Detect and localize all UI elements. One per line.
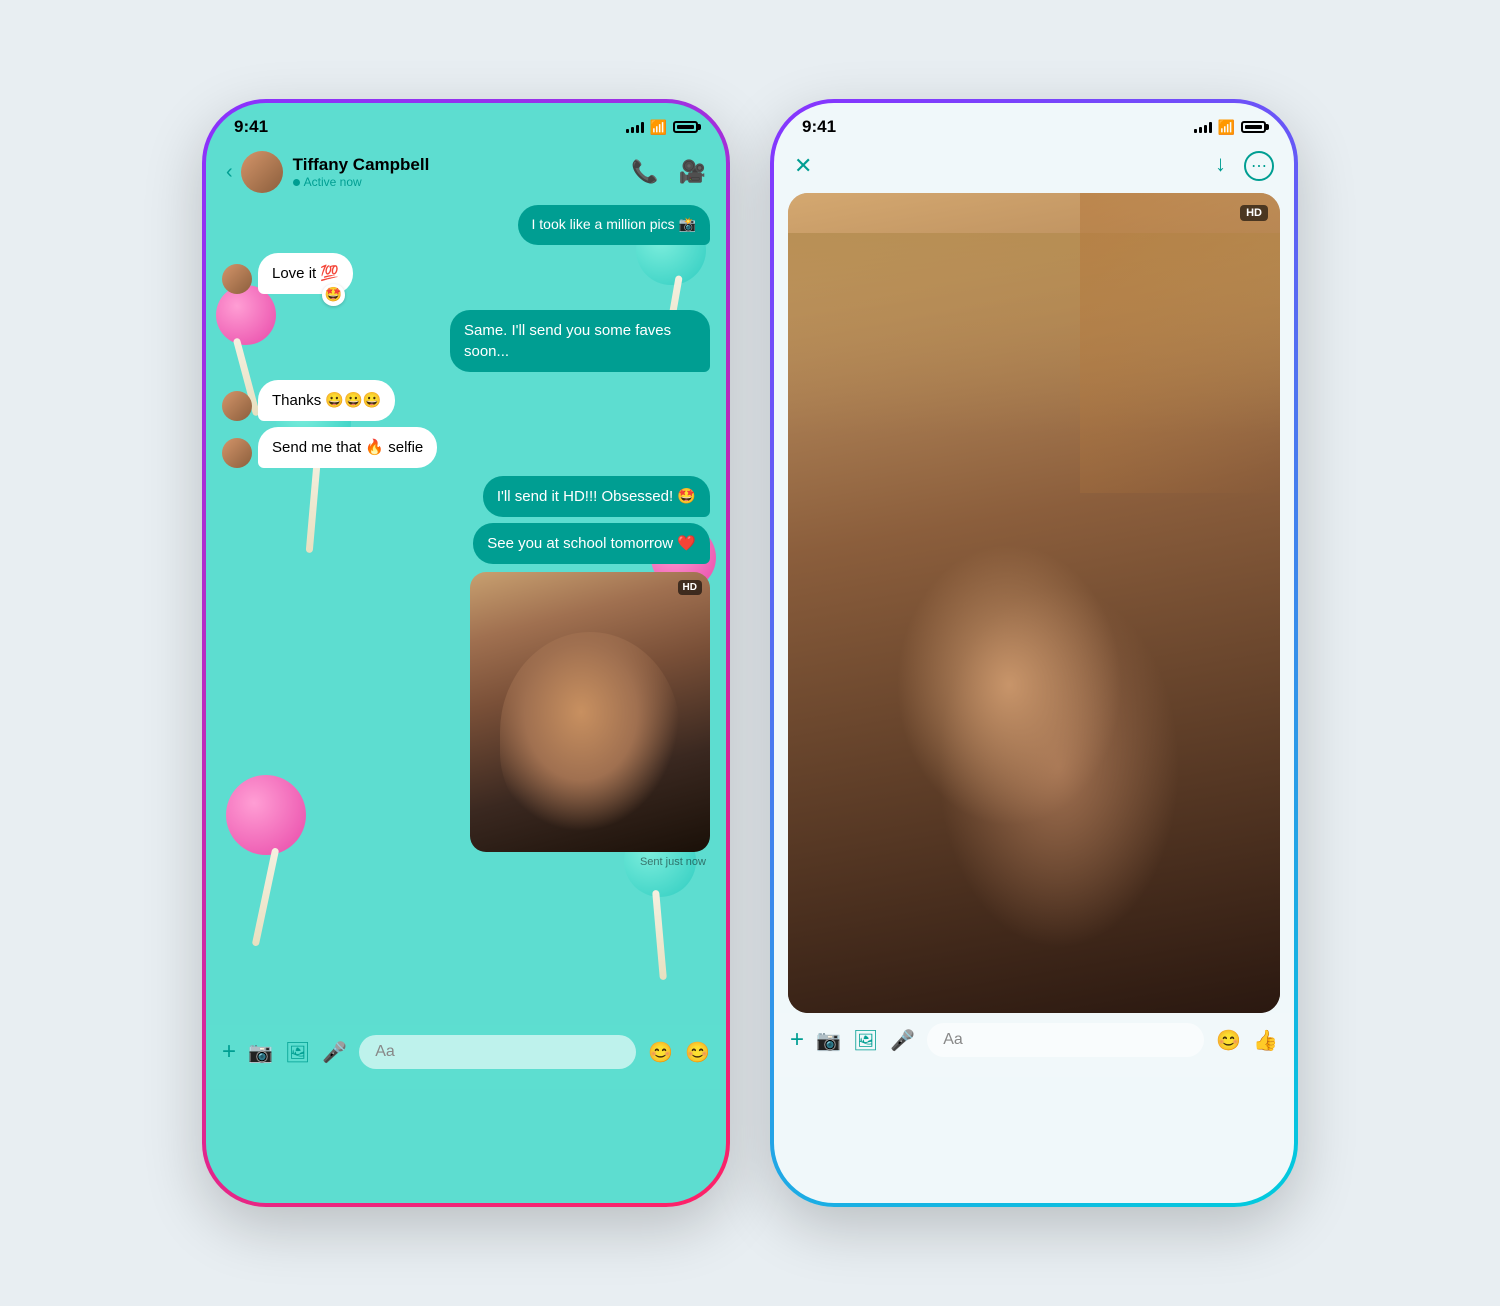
back-button[interactable]: ‹ bbox=[226, 161, 233, 184]
thumbs-button-right[interactable]: 👍 bbox=[1253, 1028, 1278, 1053]
status-bar-left: 9:41 📶 bbox=[206, 103, 726, 143]
video-button[interactable]: 🎥 bbox=[679, 159, 706, 185]
battery-icon-right bbox=[1241, 121, 1266, 133]
photo-message[interactable]: HD ⬆ Sent just now bbox=[222, 572, 710, 868]
message-1: I took like a million pics 📸 bbox=[222, 205, 710, 245]
battery-icon bbox=[673, 121, 698, 133]
right-phone-screen: 9:41 📶 ✕ ↓ ⋯ bbox=[774, 103, 1294, 1203]
hd-badge: HD bbox=[678, 580, 702, 595]
chat-header: ‹ Tiffany Campbell Active now 📞 🎥 bbox=[206, 143, 726, 205]
wifi-icon-right: 📶 bbox=[1218, 119, 1235, 136]
mic-button[interactable]: 🎤 bbox=[322, 1040, 347, 1065]
hd-badge-viewer: HD bbox=[1240, 205, 1268, 221]
photo-viewer[interactable]: HD bbox=[788, 193, 1280, 1013]
download-button[interactable]: ↓ bbox=[1215, 151, 1226, 181]
sent-time: Sent just now bbox=[470, 856, 706, 868]
input-bar-right: + 📷 🖼 🎤 Aa 😊 👍 bbox=[774, 1013, 1294, 1077]
message-2: Love it 💯 🤩 bbox=[222, 253, 710, 294]
status-bar-right: 9:41 📶 bbox=[774, 103, 1294, 143]
camera-button[interactable]: 📷 bbox=[248, 1040, 273, 1065]
viewer-header: ✕ ↓ ⋯ bbox=[774, 143, 1294, 193]
time-right: 9:41 bbox=[802, 117, 836, 137]
more-button[interactable]: ⋯ bbox=[1244, 151, 1274, 181]
contact-info: Tiffany Campbell Active now bbox=[293, 155, 632, 189]
add-button[interactable]: + bbox=[222, 1038, 236, 1066]
message-7: See you at school tomorrow ❤️ bbox=[222, 523, 710, 564]
camera-button-right[interactable]: 📷 bbox=[816, 1028, 841, 1053]
wifi-icon: 📶 bbox=[650, 119, 667, 136]
message-4: Thanks 😀😀😀 bbox=[222, 380, 710, 421]
signal-icon bbox=[626, 121, 644, 133]
viewer-actions: ↓ ⋯ bbox=[1215, 151, 1274, 181]
status-icons-left: 📶 bbox=[626, 119, 698, 136]
gallery-button[interactable]: 🖼 bbox=[285, 1040, 310, 1065]
emoji-button-right[interactable]: 😊 bbox=[1216, 1028, 1241, 1053]
emoji-button[interactable]: 😊 bbox=[648, 1040, 673, 1065]
photo-thumbnail[interactable]: HD ⬆ bbox=[470, 572, 710, 852]
gallery-button-right[interactable]: 🖼 bbox=[853, 1028, 878, 1053]
photo-content bbox=[788, 193, 1280, 1013]
add-button-right[interactable]: + bbox=[790, 1026, 804, 1054]
signal-icon-right bbox=[1194, 121, 1212, 133]
call-button[interactable]: 📞 bbox=[631, 159, 658, 185]
sticker-button[interactable]: 😊 bbox=[685, 1040, 710, 1065]
message-input-right[interactable]: Aa bbox=[927, 1023, 1204, 1057]
see-you-message: See you at school tomorrow ❤️ bbox=[487, 535, 696, 552]
message-3: Same. I'll send you some faves soon... bbox=[222, 310, 710, 372]
left-phone-screen: 9:41 📶 ‹ Tiffany Campbell bbox=[206, 103, 726, 1203]
left-phone-wrapper: 9:41 📶 ‹ Tiffany Campbell bbox=[202, 99, 730, 1207]
contact-name: Tiffany Campbell bbox=[293, 155, 632, 175]
avatar bbox=[241, 151, 283, 193]
status-icons-right: 📶 bbox=[1194, 119, 1266, 136]
header-icons: 📞 🎥 bbox=[631, 159, 706, 185]
mic-button-right[interactable]: 🎤 bbox=[890, 1028, 915, 1053]
right-phone-wrapper: 9:41 📶 ✕ ↓ ⋯ bbox=[770, 99, 1298, 1207]
time-left: 9:41 bbox=[234, 117, 268, 137]
message-6: I'll send it HD!!! Obsessed! 🤩 bbox=[222, 476, 710, 517]
contact-status: Active now bbox=[293, 175, 632, 189]
reaction-emoji: 🤩 bbox=[322, 284, 345, 306]
input-bar-left: + 📷 🖼 🎤 Aa 😊 😊 bbox=[206, 1025, 726, 1089]
close-button[interactable]: ✕ bbox=[794, 153, 812, 179]
message-input[interactable]: Aa bbox=[359, 1035, 636, 1069]
message-5: Send me that 🔥 selfie bbox=[222, 427, 710, 468]
